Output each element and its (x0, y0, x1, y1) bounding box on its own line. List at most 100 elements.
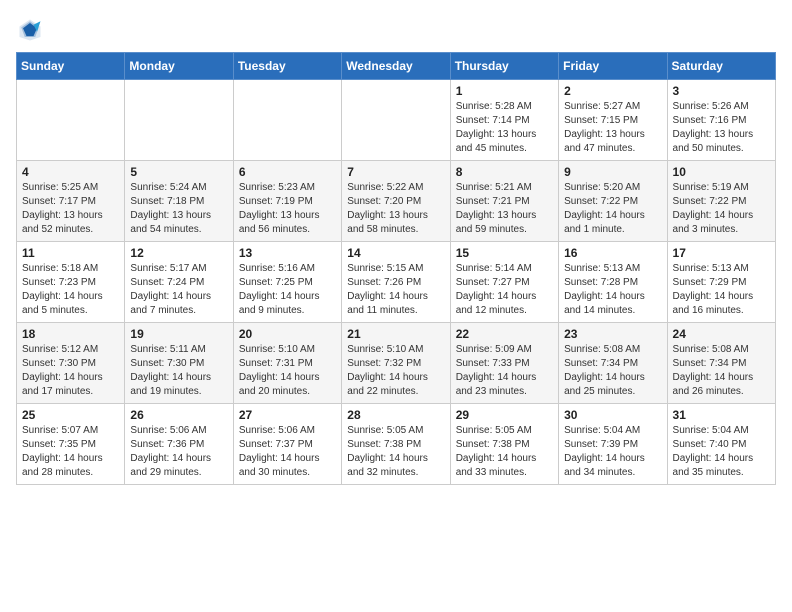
cell-day-number: 22 (456, 327, 553, 341)
cell-info-text: Sunrise: 5:15 AM Sunset: 7:26 PM Dayligh… (347, 262, 444, 318)
cell-info-text: Sunrise: 5:23 AM Sunset: 7:19 PM Dayligh… (239, 181, 336, 237)
cell-info-text: Sunrise: 5:26 AM Sunset: 7:16 PM Dayligh… (673, 100, 770, 156)
cell-info-text: Sunrise: 5:05 AM Sunset: 7:38 PM Dayligh… (347, 424, 444, 480)
calendar-cell: 6 Sunrise: 5:23 AM Sunset: 7:19 PM Daylig… (233, 161, 341, 242)
cell-day-number: 20 (239, 327, 336, 341)
calendar-cell: 1 Sunrise: 5:28 AM Sunset: 7:14 PM Daylig… (450, 80, 558, 161)
cell-info-text: Sunrise: 5:11 AM Sunset: 7:30 PM Dayligh… (130, 343, 227, 399)
cell-day-number: 29 (456, 408, 553, 422)
cell-info-text: Sunrise: 5:17 AM Sunset: 7:24 PM Dayligh… (130, 262, 227, 318)
calendar-header-row: SundayMondayTuesdayWednesdayThursdayFrid… (17, 53, 776, 80)
calendar-table: SundayMondayTuesdayWednesdayThursdayFrid… (16, 52, 776, 485)
cell-day-number: 2 (564, 84, 661, 98)
calendar-cell: 4Sunrise: 5:25 AM Sunset: 7:17 PM Daylig… (17, 161, 125, 242)
cell-info-text: Sunrise: 5:20 AM Sunset: 7:22 PM Dayligh… (564, 181, 661, 237)
cell-info-text: Sunrise: 5:12 AM Sunset: 7:30 PM Dayligh… (22, 343, 119, 399)
calendar-cell: 11Sunrise: 5:18 AM Sunset: 7:23 PM Dayli… (17, 242, 125, 323)
calendar-cell: 2 Sunrise: 5:27 AM Sunset: 7:15 PM Daylig… (559, 80, 667, 161)
calendar-week-row: 1 Sunrise: 5:28 AM Sunset: 7:14 PM Daylig… (17, 80, 776, 161)
cell-info-text: Sunrise: 5:22 AM Sunset: 7:20 PM Dayligh… (347, 181, 444, 237)
calendar-cell: 27 Sunrise: 5:06 AM Sunset: 7:37 PM Dayli… (233, 404, 341, 485)
cell-day-number: 12 (130, 246, 227, 260)
cell-day-number: 1 (456, 84, 553, 98)
cell-day-number: 15 (456, 246, 553, 260)
calendar-cell: 12 Sunrise: 5:17 AM Sunset: 7:24 PM Dayli… (125, 242, 233, 323)
calendar-cell: 20 Sunrise: 5:10 AM Sunset: 7:31 PM Dayli… (233, 323, 341, 404)
weekday-header: Thursday (450, 53, 558, 80)
cell-info-text: Sunrise: 5:24 AM Sunset: 7:18 PM Dayligh… (130, 181, 227, 237)
calendar-cell: 8 Sunrise: 5:21 AM Sunset: 7:21 PM Daylig… (450, 161, 558, 242)
weekday-header: Sunday (17, 53, 125, 80)
calendar-cell: 30Sunrise: 5:04 AM Sunset: 7:39 PM Dayli… (559, 404, 667, 485)
logo (16, 16, 48, 44)
calendar-week-row: 4Sunrise: 5:25 AM Sunset: 7:17 PM Daylig… (17, 161, 776, 242)
cell-day-number: 3 (673, 84, 770, 98)
calendar-cell: 25 Sunrise: 5:07 AM Sunset: 7:35 PM Dayli… (17, 404, 125, 485)
cell-day-number: 10 (673, 165, 770, 179)
cell-day-number: 8 (456, 165, 553, 179)
cell-info-text: Sunrise: 5:25 AM Sunset: 7:17 PM Dayligh… (22, 181, 119, 237)
calendar-week-row: 25 Sunrise: 5:07 AM Sunset: 7:35 PM Dayli… (17, 404, 776, 485)
cell-info-text: Sunrise: 5:21 AM Sunset: 7:21 PM Dayligh… (456, 181, 553, 237)
calendar-cell: 28 Sunrise: 5:05 AM Sunset: 7:38 PM Dayli… (342, 404, 450, 485)
cell-day-number: 28 (347, 408, 444, 422)
cell-info-text: Sunrise: 5:06 AM Sunset: 7:37 PM Dayligh… (239, 424, 336, 480)
cell-info-text: Sunrise: 5:14 AM Sunset: 7:27 PM Dayligh… (456, 262, 553, 318)
cell-day-number: 13 (239, 246, 336, 260)
cell-day-number: 19 (130, 327, 227, 341)
logo-icon (16, 16, 44, 44)
cell-info-text: Sunrise: 5:06 AM Sunset: 7:36 PM Dayligh… (130, 424, 227, 480)
cell-info-text: Sunrise: 5:10 AM Sunset: 7:32 PM Dayligh… (347, 343, 444, 399)
weekday-header: Friday (559, 53, 667, 80)
cell-info-text: Sunrise: 5:05 AM Sunset: 7:38 PM Dayligh… (456, 424, 553, 480)
cell-info-text: Sunrise: 5:27 AM Sunset: 7:15 PM Dayligh… (564, 100, 661, 156)
cell-day-number: 5 (130, 165, 227, 179)
cell-info-text: Sunrise: 5:09 AM Sunset: 7:33 PM Dayligh… (456, 343, 553, 399)
calendar-cell: 17 Sunrise: 5:13 AM Sunset: 7:29 PM Dayli… (667, 242, 775, 323)
calendar-cell (17, 80, 125, 161)
calendar-cell: 13 Sunrise: 5:16 AM Sunset: 7:25 PM Dayli… (233, 242, 341, 323)
cell-info-text: Sunrise: 5:28 AM Sunset: 7:14 PM Dayligh… (456, 100, 553, 156)
cell-info-text: Sunrise: 5:04 AM Sunset: 7:40 PM Dayligh… (673, 424, 770, 480)
weekday-header: Monday (125, 53, 233, 80)
cell-day-number: 6 (239, 165, 336, 179)
cell-info-text: Sunrise: 5:13 AM Sunset: 7:28 PM Dayligh… (564, 262, 661, 318)
cell-info-text: Sunrise: 5:08 AM Sunset: 7:34 PM Dayligh… (564, 343, 661, 399)
calendar-cell: 19 Sunrise: 5:11 AM Sunset: 7:30 PM Dayli… (125, 323, 233, 404)
calendar-cell: 14 Sunrise: 5:15 AM Sunset: 7:26 PM Dayli… (342, 242, 450, 323)
cell-day-number: 31 (673, 408, 770, 422)
cell-info-text: Sunrise: 5:10 AM Sunset: 7:31 PM Dayligh… (239, 343, 336, 399)
cell-day-number: 16 (564, 246, 661, 260)
weekday-header: Saturday (667, 53, 775, 80)
calendar-cell: 29 Sunrise: 5:05 AM Sunset: 7:38 PM Dayli… (450, 404, 558, 485)
cell-day-number: 9 (564, 165, 661, 179)
calendar-cell: 5 Sunrise: 5:24 AM Sunset: 7:18 PM Daylig… (125, 161, 233, 242)
calendar-cell (125, 80, 233, 161)
page-header (16, 16, 776, 44)
calendar-cell: 10 Sunrise: 5:19 AM Sunset: 7:22 PM Dayli… (667, 161, 775, 242)
cell-info-text: Sunrise: 5:13 AM Sunset: 7:29 PM Dayligh… (673, 262, 770, 318)
calendar-week-row: 18Sunrise: 5:12 AM Sunset: 7:30 PM Dayli… (17, 323, 776, 404)
calendar-cell: 24 Sunrise: 5:08 AM Sunset: 7:34 PM Dayli… (667, 323, 775, 404)
cell-day-number: 24 (673, 327, 770, 341)
cell-day-number: 23 (564, 327, 661, 341)
calendar-cell: 31 Sunrise: 5:04 AM Sunset: 7:40 PM Dayli… (667, 404, 775, 485)
cell-day-number: 26 (130, 408, 227, 422)
cell-info-text: Sunrise: 5:08 AM Sunset: 7:34 PM Dayligh… (673, 343, 770, 399)
calendar-cell: 3 Sunrise: 5:26 AM Sunset: 7:16 PM Daylig… (667, 80, 775, 161)
cell-info-text: Sunrise: 5:16 AM Sunset: 7:25 PM Dayligh… (239, 262, 336, 318)
calendar-cell: 23 Sunrise: 5:08 AM Sunset: 7:34 PM Dayli… (559, 323, 667, 404)
calendar-cell: 22 Sunrise: 5:09 AM Sunset: 7:33 PM Dayli… (450, 323, 558, 404)
calendar-week-row: 11Sunrise: 5:18 AM Sunset: 7:23 PM Dayli… (17, 242, 776, 323)
cell-info-text: Sunrise: 5:07 AM Sunset: 7:35 PM Dayligh… (22, 424, 119, 480)
weekday-header: Tuesday (233, 53, 341, 80)
cell-info-text: Sunrise: 5:19 AM Sunset: 7:22 PM Dayligh… (673, 181, 770, 237)
cell-day-number: 17 (673, 246, 770, 260)
calendar-cell: 7 Sunrise: 5:22 AM Sunset: 7:20 PM Daylig… (342, 161, 450, 242)
cell-day-number: 27 (239, 408, 336, 422)
calendar-cell: 26 Sunrise: 5:06 AM Sunset: 7:36 PM Dayli… (125, 404, 233, 485)
cell-day-number: 14 (347, 246, 444, 260)
cell-day-number: 7 (347, 165, 444, 179)
cell-day-number: 25 (22, 408, 119, 422)
calendar-cell: 18Sunrise: 5:12 AM Sunset: 7:30 PM Dayli… (17, 323, 125, 404)
